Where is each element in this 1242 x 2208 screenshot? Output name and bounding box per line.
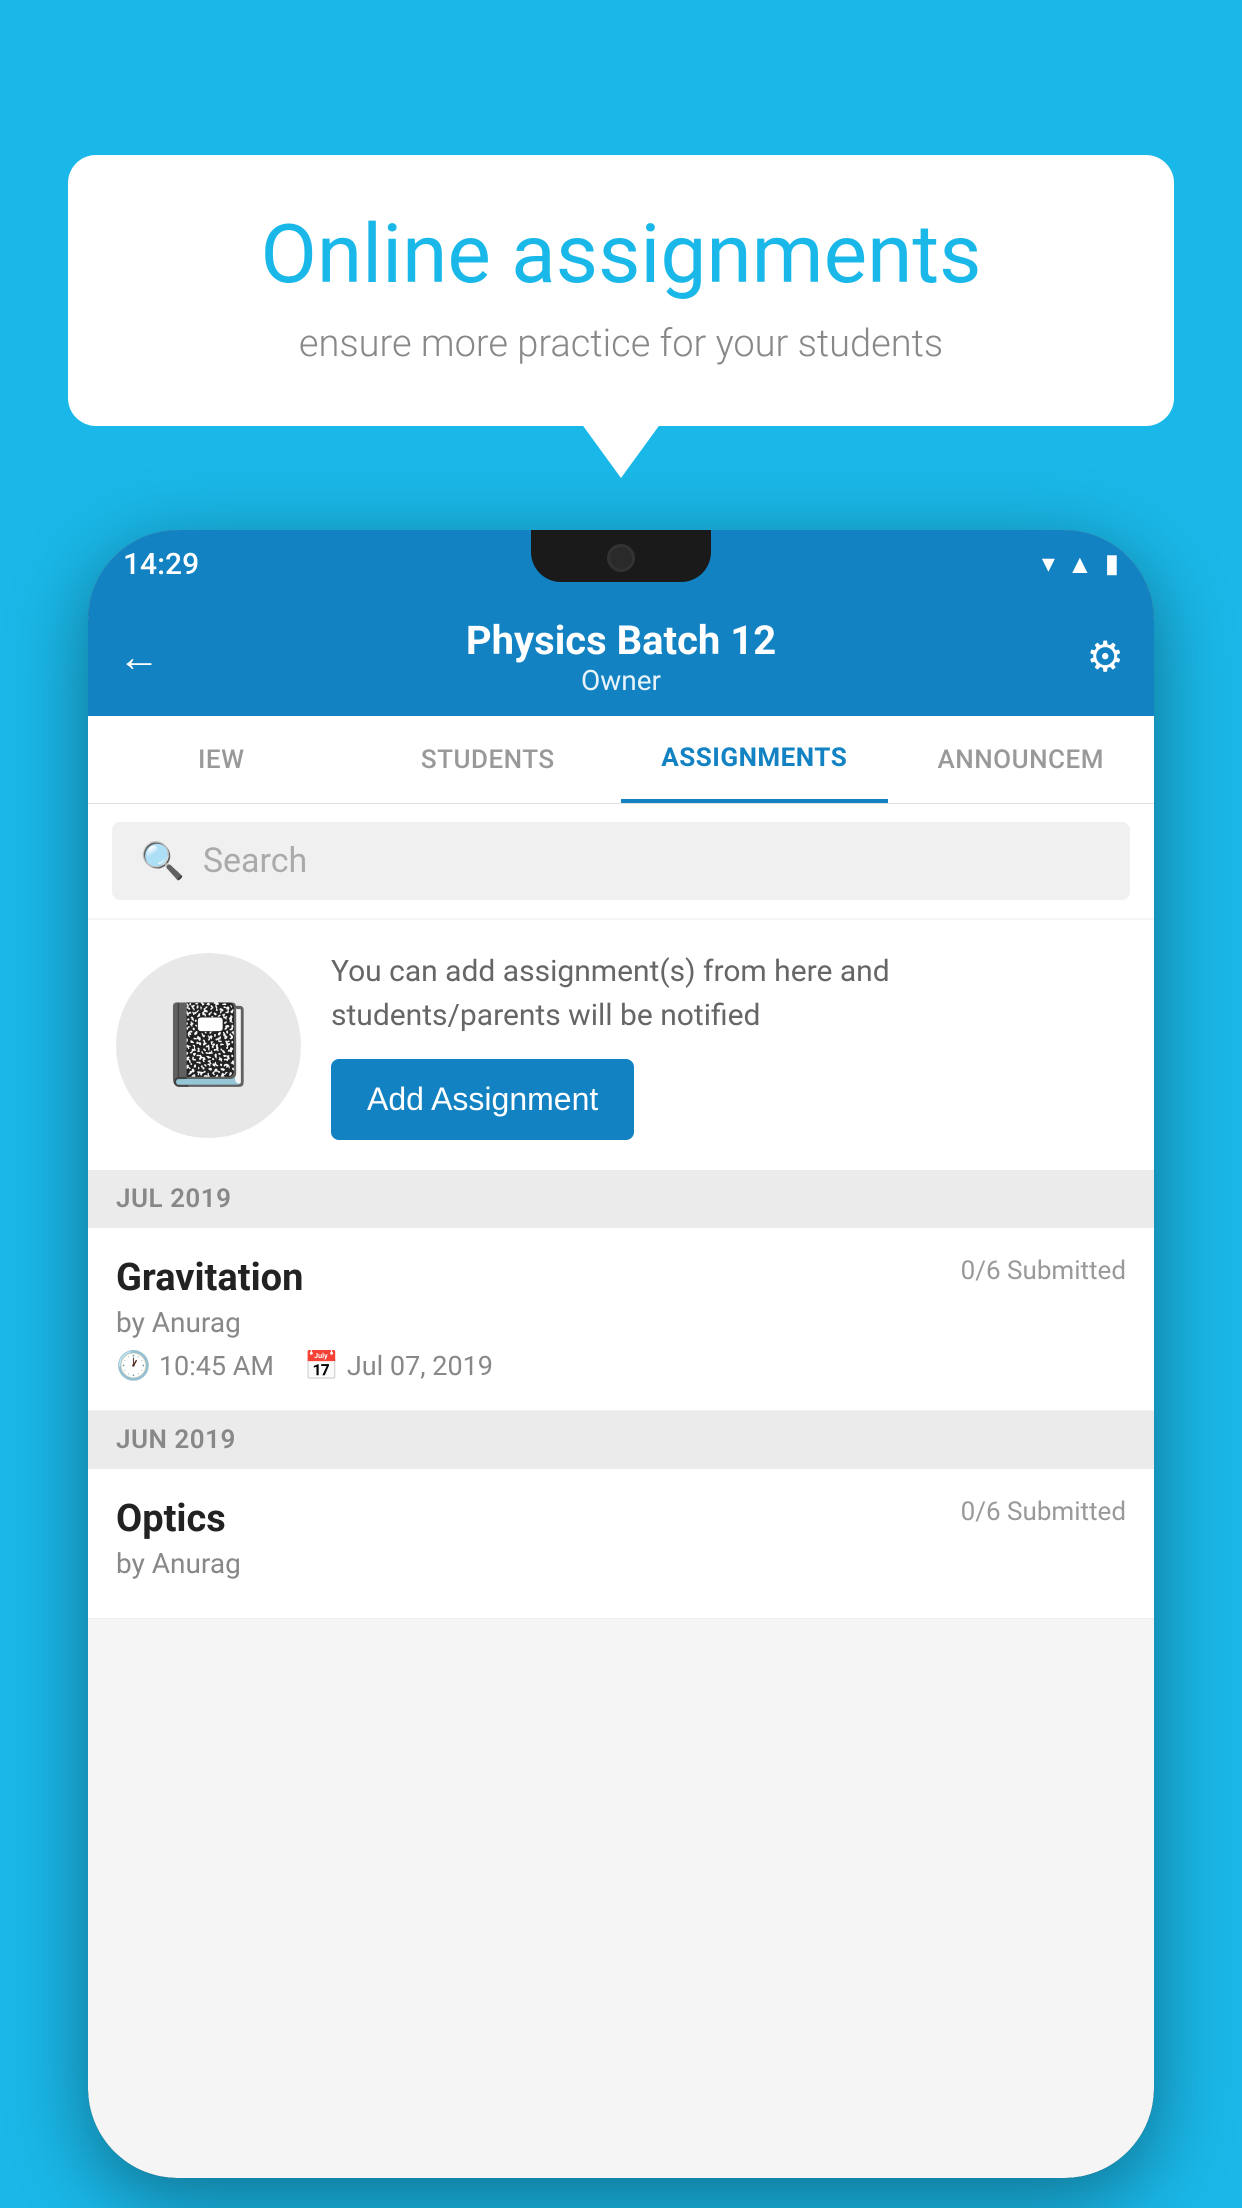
phone-screen: 14:29 ▾ ▲ ▮ ← Physics Batch 12 Owner ⚙ I… bbox=[88, 530, 1154, 2178]
search-icon: 🔍 bbox=[140, 840, 185, 882]
settings-button[interactable]: ⚙ bbox=[1086, 632, 1124, 682]
assignment-name-gravitation: Gravitation bbox=[116, 1256, 303, 1300]
search-bar-wrapper: 🔍 Search bbox=[88, 804, 1154, 918]
content-area: 🔍 Search 📓 You can add assignment(s) fro… bbox=[88, 804, 1154, 2178]
assignment-meta-gravitation: 🕐 10:45 AM 📅 Jul 07, 2019 bbox=[116, 1349, 1126, 1382]
battery-icon: ▮ bbox=[1105, 549, 1119, 579]
month-separator-jun: JUN 2019 bbox=[88, 1411, 1154, 1469]
tab-students[interactable]: STUDENTS bbox=[355, 716, 622, 803]
assignment-row1-optics: Optics 0/6 Submitted bbox=[116, 1497, 1126, 1541]
assignment-by-gravitation: by Anurag bbox=[116, 1306, 1126, 1339]
assignment-promo-text: You can add assignment(s) from here and … bbox=[331, 950, 1126, 1140]
status-time: 14:29 bbox=[123, 547, 199, 582]
add-assignment-button[interactable]: Add Assignment bbox=[331, 1059, 634, 1140]
header-subtitle: Owner bbox=[466, 664, 776, 697]
header-title: Physics Batch 12 bbox=[466, 617, 776, 664]
tab-announcements[interactable]: ANNOUNCEM bbox=[888, 716, 1155, 803]
clock-icon: 🕐 bbox=[116, 1349, 151, 1382]
assignment-row1: Gravitation 0/6 Submitted bbox=[116, 1256, 1126, 1300]
speech-bubble-subtitle: ensure more practice for your students bbox=[133, 322, 1109, 366]
assignment-optics[interactable]: Optics 0/6 Submitted by Anurag bbox=[88, 1469, 1154, 1619]
speech-bubble-title: Online assignments bbox=[133, 210, 1109, 300]
assignment-gravitation[interactable]: Gravitation 0/6 Submitted by Anurag 🕐 10… bbox=[88, 1228, 1154, 1411]
speech-bubble-container: Online assignments ensure more practice … bbox=[68, 155, 1174, 426]
app-header: ← Physics Batch 12 Owner ⚙ bbox=[88, 598, 1154, 716]
calendar-icon: 📅 bbox=[304, 1349, 339, 1382]
search-bar[interactable]: 🔍 Search bbox=[112, 822, 1130, 900]
assignment-submitted-gravitation: 0/6 Submitted bbox=[961, 1256, 1126, 1286]
signal-icon: ▲ bbox=[1067, 549, 1093, 580]
phone-notch bbox=[531, 530, 711, 582]
assignment-name-optics: Optics bbox=[116, 1497, 226, 1541]
tab-iew[interactable]: IEW bbox=[88, 716, 355, 803]
back-button[interactable]: ← bbox=[118, 633, 160, 682]
phone-camera bbox=[607, 544, 635, 572]
speech-bubble: Online assignments ensure more practice … bbox=[68, 155, 1174, 426]
promo-description: You can add assignment(s) from here and … bbox=[331, 950, 1126, 1037]
search-placeholder: Search bbox=[203, 841, 307, 881]
assignment-time-gravitation: 🕐 10:45 AM bbox=[116, 1349, 274, 1382]
assignment-icon-circle: 📓 bbox=[116, 953, 301, 1138]
add-assignment-section: 📓 You can add assignment(s) from here an… bbox=[88, 920, 1154, 1170]
assignment-date-gravitation: 📅 Jul 07, 2019 bbox=[304, 1349, 493, 1382]
tab-assignments[interactable]: ASSIGNMENTS bbox=[621, 716, 888, 803]
month-separator-jul: JUL 2019 bbox=[88, 1170, 1154, 1228]
header-title-block: Physics Batch 12 Owner bbox=[466, 617, 776, 697]
assignment-notebook-icon: 📓 bbox=[159, 998, 259, 1092]
wifi-icon: ▾ bbox=[1042, 549, 1055, 579]
assignment-by-optics: by Anurag bbox=[116, 1547, 1126, 1580]
assignment-submitted-optics: 0/6 Submitted bbox=[961, 1497, 1126, 1527]
phone-frame: 14:29 ▾ ▲ ▮ ← Physics Batch 12 Owner ⚙ I… bbox=[88, 530, 1154, 2178]
status-icons: ▾ ▲ ▮ bbox=[1042, 549, 1119, 580]
tabs-bar: IEW STUDENTS ASSIGNMENTS ANNOUNCEM bbox=[88, 716, 1154, 804]
